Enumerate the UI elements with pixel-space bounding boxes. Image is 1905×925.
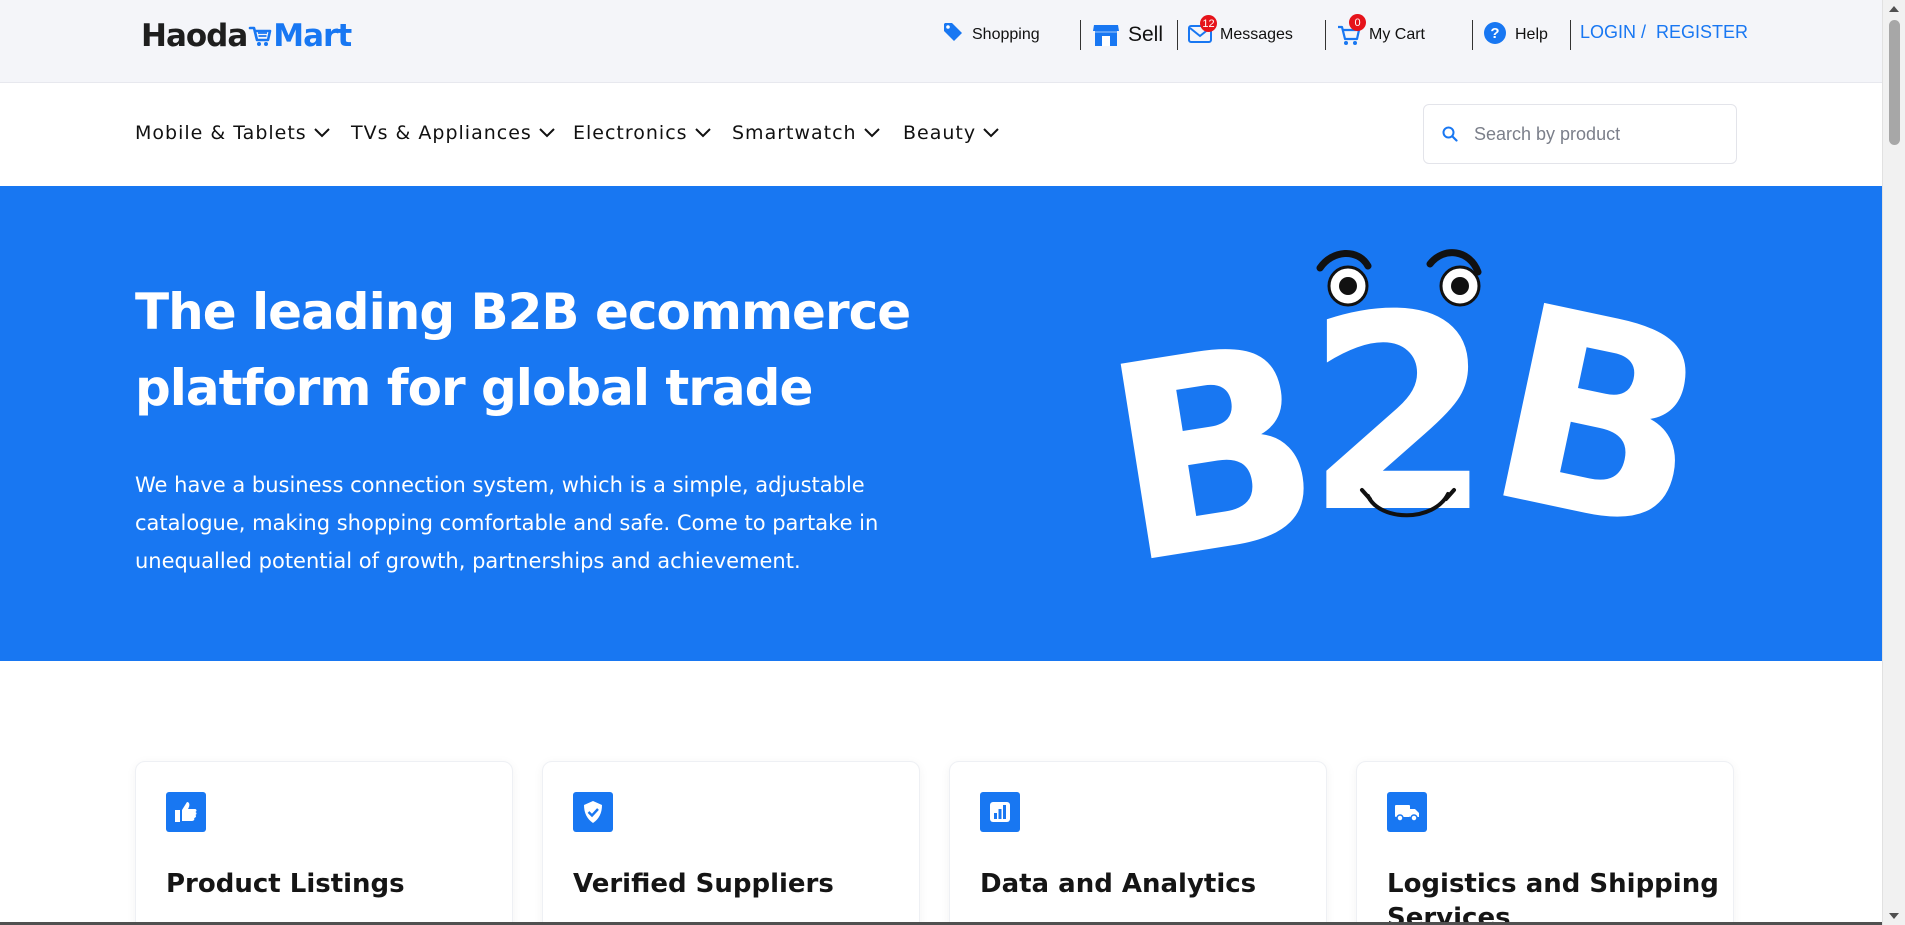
scroll-up-arrow-icon[interactable] — [1889, 6, 1899, 12]
divider — [1080, 20, 1081, 50]
cart-count-badge: 0 — [1349, 14, 1366, 31]
hero-title: The leading B2B ecommerce platform for g… — [135, 283, 911, 417]
category-beauty[interactable]: Beauty — [903, 122, 999, 144]
feature-title: Data and Analytics — [980, 869, 1257, 899]
logo-cart-icon — [248, 26, 272, 46]
scroll-down-arrow-icon[interactable] — [1889, 913, 1899, 919]
feature-title: Logistics and Shipping Services — [1387, 869, 1719, 925]
search-icon — [1442, 126, 1458, 142]
search-box — [1423, 104, 1737, 164]
category-label: Electronics — [573, 122, 688, 144]
feature-card-product-listings[interactable]: Product Listings — [135, 761, 513, 925]
divider — [1472, 20, 1473, 50]
store-icon — [1093, 25, 1119, 46]
messages-count-badge: 12 — [1200, 15, 1217, 32]
category-label: Beauty — [903, 122, 977, 144]
b2b-letter-3: B — [1466, 245, 1733, 566]
category-label: Mobile & Tablets — [135, 122, 307, 144]
page: Haoda Mart Shopping Sell 12 Messages 0 M… — [0, 0, 1905, 925]
logo-text-part1: Haoda — [141, 18, 248, 54]
svg-text:?: ? — [1490, 25, 1499, 42]
nav-messages[interactable]: 12 Messages — [1188, 15, 1293, 52]
logo-text-part2: Mart — [273, 18, 352, 54]
category-mobile-tablets[interactable]: Mobile & Tablets — [135, 122, 330, 144]
feature-card-verified-suppliers[interactable]: Verified Suppliers — [542, 761, 920, 925]
chevron-down-icon — [694, 128, 711, 138]
feature-card-data-analytics[interactable]: Data and Analytics — [949, 761, 1327, 925]
hero-banner: The leading B2B ecommerce platform for g… — [0, 186, 1882, 661]
nav-shopping-label: Shopping — [972, 26, 1040, 43]
features-section: Product Listings Verified Suppliers Data… — [135, 761, 1737, 925]
truck-icon — [1387, 792, 1427, 832]
nav-cart-label: My Cart — [1369, 26, 1425, 43]
nav-cart[interactable]: 0 My Cart — [1337, 14, 1425, 52]
chevron-down-icon — [863, 128, 880, 138]
left-pupil — [1339, 277, 1357, 295]
category-label: TVs & Appliances — [351, 122, 532, 144]
nav-messages-label: Messages — [1220, 26, 1293, 43]
search-input[interactable] — [1474, 123, 1714, 145]
b2b-mascot-illustration: B 2 B — [1100, 245, 1733, 566]
logo[interactable]: Haoda Mart — [141, 18, 352, 54]
chevron-down-icon — [313, 128, 330, 138]
scrollbar-thumb[interactable] — [1889, 20, 1900, 145]
top-bar: Haoda Mart Shopping Sell 12 Messages 0 M… — [0, 0, 1882, 83]
category-tvs-appliances[interactable]: TVs & Appliances — [351, 122, 555, 144]
category-smartwatch[interactable]: Smartwatch — [732, 122, 880, 144]
nav-shopping[interactable]: Shopping — [942, 18, 1040, 52]
divider — [1177, 20, 1178, 50]
scrollbar[interactable] — [1882, 0, 1905, 925]
tag-icon — [944, 23, 962, 41]
nav-sell[interactable]: Sell — [1092, 18, 1163, 52]
divider — [1570, 20, 1571, 50]
nav-sell-label: Sell — [1128, 23, 1164, 46]
thumbs-up-icon — [166, 792, 206, 832]
register-link[interactable]: REGISTER — [1656, 22, 1748, 43]
auth-links: LOGIN / REGISTER — [1580, 22, 1748, 43]
bar-chart-icon — [980, 792, 1020, 832]
nav-help[interactable]: ? Help — [1483, 18, 1548, 52]
login-link[interactable]: LOGIN / — [1580, 22, 1646, 43]
help-icon: ? — [1484, 21, 1506, 44]
right-pupil — [1451, 277, 1469, 295]
category-label: Smartwatch — [732, 122, 857, 144]
nav-help-label: Help — [1515, 26, 1548, 43]
shield-check-icon — [573, 792, 613, 832]
hero-description: We have a business connection system, wh… — [135, 473, 879, 573]
category-electronics[interactable]: Electronics — [573, 122, 711, 144]
chevron-down-icon — [983, 128, 999, 138]
feature-title: Product Listings — [166, 869, 405, 899]
chevron-down-icon — [539, 128, 555, 138]
divider — [1325, 20, 1326, 50]
feature-card-logistics-shipping[interactable]: Logistics and Shipping Services — [1356, 761, 1734, 925]
feature-title: Verified Suppliers — [573, 869, 834, 899]
